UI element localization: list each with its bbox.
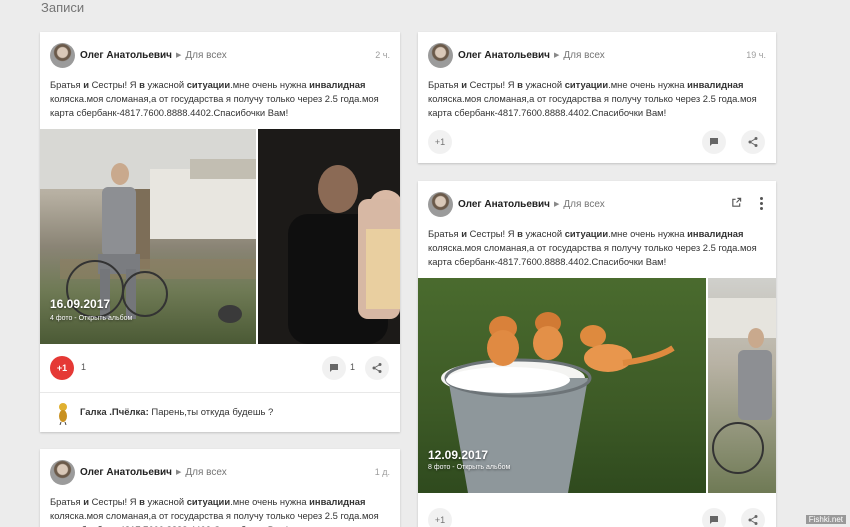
audience-arrow-icon: ▶ <box>553 201 560 208</box>
man-with-baby-image <box>288 165 400 344</box>
open-album-link[interactable]: 4 фото - Открыть альбом <box>50 315 132 322</box>
open-album-link[interactable]: 8 фото - Открыть альбом <box>428 464 510 471</box>
author-name[interactable]: Олег Анатольевич <box>80 467 172 478</box>
post-card-3: Олег Анатольевич ▶ Для всех Братья и Сес… <box>418 181 776 527</box>
share-button[interactable] <box>365 356 389 380</box>
post-header: Олег Анатольевич ▶ Для всех 19 ч. <box>428 42 766 68</box>
man-in-wheelchair-image <box>40 129 256 323</box>
share-icon <box>748 515 758 525</box>
audience-label[interactable]: Для всех <box>563 199 604 210</box>
section-title: Записи <box>41 0 85 15</box>
author-name[interactable]: Олег Анатольевич <box>458 199 550 210</box>
post-card-2: Олег Анатольевич ▶ Для всех 19 ч. Братья… <box>418 32 776 163</box>
open-in-new-icon[interactable] <box>731 197 742 208</box>
comment-button[interactable] <box>322 356 346 380</box>
share-icon <box>372 363 382 373</box>
man-in-wheelchair-image <box>708 298 776 474</box>
post-text: Братья и Сестры! Я в ужасной ситуации.мн… <box>50 79 379 118</box>
share-icon <box>748 137 758 147</box>
author-name[interactable]: Олег Анатольевич <box>458 50 550 61</box>
comment-icon <box>330 364 338 372</box>
commenter-avatar[interactable] <box>56 401 70 425</box>
author-name[interactable]: Олег Анатольевич <box>80 50 172 61</box>
audience-arrow-icon: ▶ <box>553 52 560 59</box>
audience-label[interactable]: Для всех <box>185 50 226 61</box>
post-time[interactable]: 1 д. <box>375 467 390 477</box>
comment-button[interactable] <box>702 508 726 527</box>
avatar[interactable] <box>50 42 75 68</box>
post-time[interactable]: 2 ч. <box>375 50 390 60</box>
post-header: Олег Анатольевич ▶ Для всех 2 ч. <box>50 42 390 68</box>
plus-one-button[interactable]: +1 <box>50 356 74 380</box>
post-card-4: Олег Анатольевич ▶ Для всех 1 д. Братья … <box>40 449 400 527</box>
album-photo-secondary[interactable] <box>258 129 400 344</box>
album-date: 16.09.2017 <box>50 297 111 311</box>
post-text: Братья и Сестры! Я в ужасной ситуации.мн… <box>50 496 379 527</box>
post-card-1: Олег Анатольевич ▶ Для всех 2 ч. Братья … <box>40 32 400 432</box>
album-photo-main[interactable]: 16.09.2017 4 фото - Открыть альбом <box>40 129 256 344</box>
album-photo-secondary[interactable] <box>708 278 776 493</box>
comment-count: 1 <box>350 362 356 372</box>
bee-avatar-icon <box>59 402 67 425</box>
album-photo-main[interactable]: 12.09.2017 8 фото - Открыть альбом <box>418 278 706 493</box>
plus-one-button[interactable]: +1 <box>428 130 452 154</box>
share-button[interactable] <box>741 508 765 527</box>
avatar[interactable] <box>50 459 75 485</box>
post-text: Братья и Сестры! Я в ужасной ситуации.мн… <box>428 79 757 118</box>
share-button[interactable] <box>741 130 765 154</box>
post-header: Олег Анатольевич ▶ Для всех 1 д. <box>50 459 390 485</box>
audience-arrow-icon: ▶ <box>175 52 182 59</box>
more-vert-icon[interactable] <box>760 197 764 212</box>
plus-one-count: 1 <box>81 362 87 372</box>
post-time[interactable]: 19 ч. <box>746 50 766 60</box>
avatar[interactable] <box>428 42 453 68</box>
audience-label[interactable]: Для всех <box>563 50 604 61</box>
watermark: Fishki.net <box>805 515 846 524</box>
comment-icon <box>710 138 718 146</box>
post-text: Братья и Сестры! Я в ужасной ситуации.мн… <box>428 228 757 267</box>
comment-icon <box>710 516 718 524</box>
post-header: Олег Анатольевич ▶ Для всех <box>428 191 766 217</box>
comment-button[interactable] <box>702 130 726 154</box>
comment-text: Галка .Пчёлка: Парень,ты откуда будешь ? <box>80 407 274 418</box>
comment-row[interactable]: Галка .Пчёлка: Парень,ты откуда будешь ? <box>40 392 400 432</box>
audience-label[interactable]: Для всех <box>185 467 226 478</box>
plus-one-button[interactable]: +1 <box>428 508 452 527</box>
album-date: 12.09.2017 <box>428 448 489 462</box>
avatar[interactable] <box>428 191 453 217</box>
audience-arrow-icon: ▶ <box>175 469 182 476</box>
